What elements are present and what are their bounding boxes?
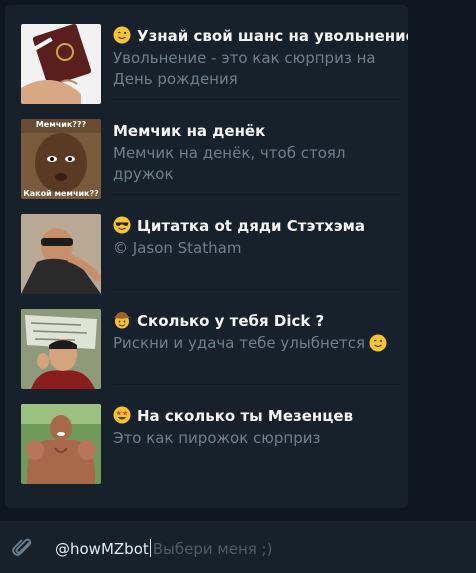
result-thumbnail-squinting-man xyxy=(21,309,101,389)
result-title: Мемчик на денёк xyxy=(113,122,266,140)
sunglasses-face-icon xyxy=(113,216,131,234)
cowboy-face-icon xyxy=(113,311,131,329)
winking-face-icon xyxy=(113,26,131,44)
text-caret xyxy=(149,539,151,557)
result-title: Цитатка ot дяди Стэтхэма xyxy=(113,216,400,236)
inline-result-4[interactable]: Сколько у тебя Dick ? Рискни и удача теб… xyxy=(5,290,408,389)
winking-face-icon xyxy=(369,334,387,352)
result-thumbnail-passport xyxy=(21,24,101,104)
input-placeholder: Выбери меня ;) xyxy=(152,540,273,558)
paperclip-icon[interactable] xyxy=(10,535,36,561)
message-composer: @howMZbot Выбери меня ;) xyxy=(0,521,476,573)
inline-results-panel: Узнай свой шанс на увольнение Увольнение… xyxy=(5,5,408,508)
result-thumbnail-statham xyxy=(21,214,101,294)
result-title: На сколько ты Мезенцев xyxy=(113,406,400,426)
bot-username: @howMZbot xyxy=(55,540,149,558)
thumb-caption-top: Мемчик??? xyxy=(35,120,87,129)
result-description: Рискни и удача тебе улыбнется xyxy=(113,333,405,354)
inline-result-1[interactable]: Узнай свой шанс на увольнение Увольнение… xyxy=(5,5,408,104)
result-description: Это как пирожок сюрприз xyxy=(113,429,321,447)
result-thumbnail-meme-kid: Мемчик??? Какой мемчик?? xyxy=(21,119,101,199)
result-description: © Jason Statham xyxy=(113,239,242,257)
inline-result-2[interactable]: Мемчик??? Какой мемчик?? Мемчик на денёк… xyxy=(5,100,408,199)
message-input[interactable]: @howMZbot Выбери меня ;) xyxy=(55,539,272,558)
result-description: Увольнение - это как сюрприз на День рож… xyxy=(113,49,376,88)
result-title: Узнай свой шанс на увольнение xyxy=(113,26,408,46)
result-description: Мемчик на денёк, чтоб стоял дружок xyxy=(113,144,346,183)
result-thumbnail-muscle-man xyxy=(21,404,101,484)
inline-result-5[interactable]: На сколько ты Мезенцев Это как пирожок с… xyxy=(5,385,408,484)
result-title: Сколько у тебя Dick ? xyxy=(113,311,400,331)
inline-result-3[interactable]: Цитатка ot дяди Стэтхэма © Jason Statham xyxy=(5,195,408,294)
star-struck-face-icon xyxy=(113,406,131,424)
